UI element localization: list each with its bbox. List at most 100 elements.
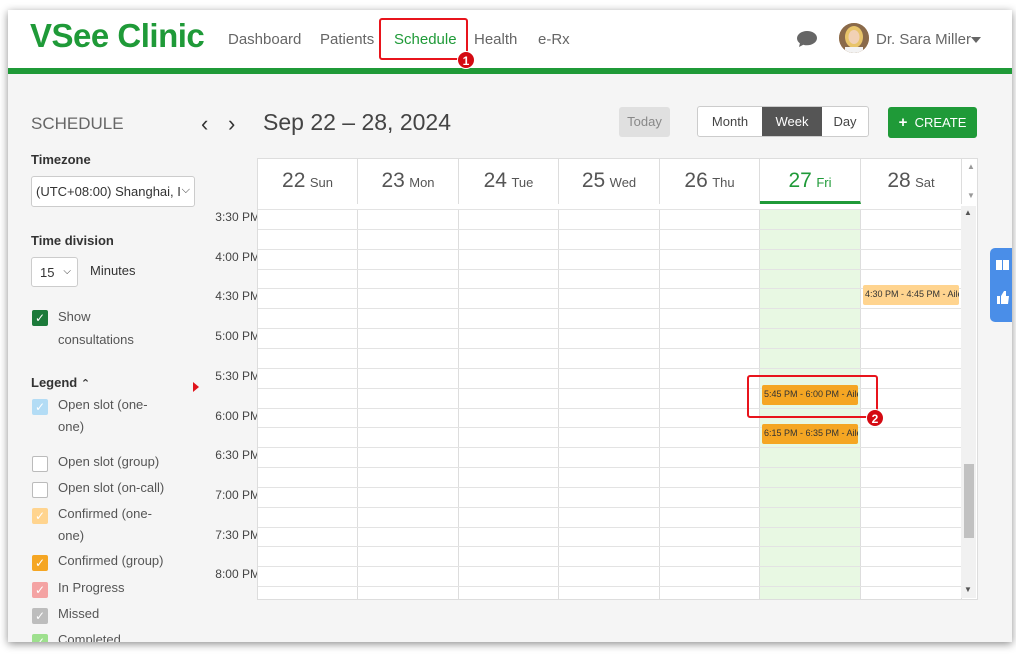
legend-label: Confirmed (group) (58, 553, 164, 568)
day-column[interactable] (459, 209, 559, 599)
schedule-title: SCHEDULE (31, 114, 124, 133)
view-week-button[interactable]: Week (762, 107, 822, 136)
day-header-mon[interactable]: 23 Mon (358, 159, 459, 204)
prev-week-button[interactable]: ‹ (201, 111, 208, 137)
next-week-button[interactable]: › (228, 111, 235, 137)
annotation-badge-1: 1 (457, 51, 475, 69)
time-label: 4:00 PM (215, 249, 260, 264)
timezone-select[interactable]: (UTC+08:00) Shanghai, I ⌵ (31, 176, 195, 207)
grid-line (258, 308, 962, 309)
annotation-box-1 (379, 18, 468, 60)
time-label: 5:00 PM (215, 329, 260, 344)
grid-line (258, 209, 962, 210)
chevron-down-icon: ⌵ (63, 266, 71, 277)
legend-checkbox[interactable]: ✓ (32, 608, 48, 624)
current-time-marker (193, 382, 199, 392)
grid-line (258, 527, 962, 528)
scroll-down-icon[interactable]: ▼ (964, 585, 972, 594)
grid-line (258, 566, 962, 567)
chevron-down-icon: ⌵ (181, 184, 190, 196)
grid-line (258, 249, 962, 250)
show-consultations-checkbox[interactable]: ✓ (32, 310, 48, 326)
time-label: 7:00 PM (215, 487, 260, 502)
timezone-label: Timezone (31, 152, 91, 167)
day-column[interactable] (258, 209, 358, 599)
annotation-badge-2: 2 (866, 409, 884, 427)
appointment-event[interactable]: 6:15 PM - 6:35 PM - Aile (762, 424, 858, 445)
legend-label: Open slot (group) (58, 454, 160, 469)
app-logo[interactable]: VSee Clinic (30, 17, 205, 55)
day-column[interactable] (559, 209, 660, 599)
legend-checkbox[interactable] (32, 482, 48, 498)
appointment-event[interactable]: 4:30 PM - 4:45 PM - Aile (863, 285, 959, 306)
minutes-label: Minutes (90, 263, 136, 278)
view-month-button[interactable]: Month (698, 107, 762, 136)
chevron-up-icon: ⌃ (80, 378, 91, 390)
grid-line (258, 447, 962, 448)
grid-line (258, 288, 962, 289)
thumbs-up-icon (997, 291, 1009, 304)
header-scroll-up-icon[interactable]: ▲ (967, 162, 975, 171)
nav-patients[interactable]: Patients (320, 31, 374, 48)
plus-icon: + (898, 114, 908, 131)
day-column[interactable] (358, 209, 459, 599)
grid-line (258, 368, 962, 369)
grid-line (258, 229, 962, 230)
legend-checkbox[interactable]: ✓ (32, 555, 48, 571)
chat-bubble-icon[interactable] (796, 30, 818, 48)
legend-checkbox[interactable]: ✓ (32, 582, 48, 598)
grid-line (258, 546, 962, 547)
grid-line (258, 348, 962, 349)
legend-label: Confirmed (one-one) (58, 506, 152, 543)
day-header-fri[interactable]: 27 Fri (760, 159, 861, 204)
calendar-scrollbar-thumb[interactable] (964, 464, 974, 538)
legend-label: Open slot (on-call) (58, 480, 165, 495)
time-label: 6:00 PM (215, 408, 260, 423)
grid-line (258, 269, 962, 270)
user-name[interactable]: Dr. Sara Miller (876, 31, 971, 48)
caret-down-icon[interactable] (971, 37, 981, 43)
top-navbar: VSee Clinic Dashboard Patients Schedule … (8, 10, 1012, 74)
legend-checkbox[interactable]: ✓ (32, 634, 48, 642)
header-scroll-down-icon[interactable]: ▼ (967, 191, 975, 200)
grid-line (258, 586, 962, 587)
legend-checkbox[interactable] (32, 456, 48, 472)
feedback-side-tab[interactable] (990, 248, 1012, 322)
time-label: 5:30 PM (215, 368, 260, 383)
legend-label: Missed (58, 606, 100, 621)
time-division-label: Time division (31, 233, 114, 248)
legend-label: Open slot (one-one) (58, 397, 148, 434)
time-label: 4:30 PM (215, 289, 260, 304)
book-icon (996, 260, 1009, 270)
day-column[interactable] (660, 209, 760, 599)
nav-health[interactable]: Health (474, 31, 517, 48)
time-division-value: 15 (40, 265, 55, 280)
date-range-title: Sep 22 – 28, 2024 (263, 109, 451, 135)
legend-checkbox[interactable]: ✓ (32, 508, 48, 524)
view-day-button[interactable]: Day (822, 107, 868, 136)
day-header-wed[interactable]: 25 Wed (559, 159, 660, 204)
app-window: VSee Clinic Dashboard Patients Schedule … (8, 10, 1012, 642)
legend-checkbox[interactable]: ✓ (32, 399, 48, 415)
nav-dashboard[interactable]: Dashboard (228, 31, 301, 48)
annotation-box-2 (747, 375, 878, 418)
day-header-sun[interactable]: 22 Sun (258, 159, 358, 204)
today-button[interactable]: Today (619, 107, 670, 137)
user-avatar[interactable] (839, 23, 869, 53)
create-button[interactable]: + CREATE (888, 107, 977, 138)
legend-title[interactable]: Legend ⌃ (31, 375, 90, 390)
calendar-scrollbar[interactable] (961, 206, 976, 598)
timezone-value: (UTC+08:00) Shanghai, I (36, 184, 181, 199)
grid-line (258, 487, 962, 488)
time-label: 7:30 PM (215, 527, 260, 542)
day-header-sat[interactable]: 28 Sat (861, 159, 962, 204)
day-header-thu[interactable]: 26 Thu (660, 159, 760, 204)
scroll-up-icon[interactable]: ▲ (964, 208, 972, 217)
day-header-tue[interactable]: 24 Tue (459, 159, 559, 204)
time-label: 8:00 PM (215, 567, 260, 582)
show-consultations-label: Show consultations (58, 309, 134, 347)
time-label: 6:30 PM (215, 448, 260, 463)
legend-label: In Progress (58, 580, 125, 595)
time-division-select[interactable]: 15 ⌵ (31, 257, 78, 287)
nav-erx[interactable]: e-Rx (538, 31, 570, 48)
